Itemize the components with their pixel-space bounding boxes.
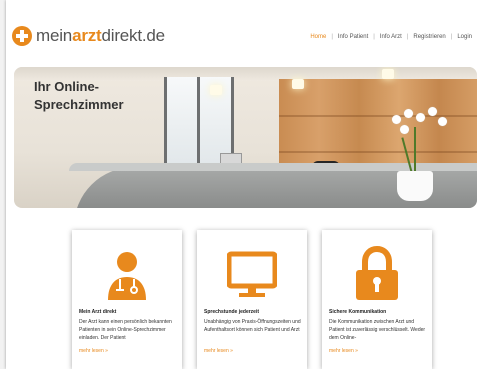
nav-login[interactable]: Login — [452, 34, 477, 40]
hero-title-line1: Ihr Online- — [34, 79, 99, 94]
nav-info-patient[interactable]: Info Patient — [333, 34, 373, 40]
doctor-icon — [108, 252, 146, 300]
card-text: Unabhängig von Praxis-Öffnungszeiten und… — [204, 319, 301, 333]
nav-info-arzt[interactable]: Info Arzt — [375, 34, 407, 40]
card-title: Sichere Kommunikation — [329, 309, 387, 315]
page: meinarztdirekt.de Home | Info Patient | … — [6, 0, 481, 369]
orchid-flower — [428, 107, 437, 116]
nav-registrieren[interactable]: Registrieren — [408, 34, 450, 40]
card-title: Mein Arzt direkt — [79, 309, 117, 315]
logo-text: meinarztdirekt.de — [36, 26, 165, 46]
read-more-link[interactable]: mehr lesen » — [329, 348, 358, 354]
orchid-flower — [404, 109, 413, 118]
orchid-stem — [414, 127, 416, 173]
feature-cards: Mein Arzt direkt Der Arzt kann einen per… — [72, 230, 434, 369]
feature-card-arzt-direkt[interactable]: Mein Arzt direkt Der Arzt kann einen per… — [72, 230, 182, 369]
orchid-flower — [392, 115, 401, 124]
hero-title-line2: Sprechzimmer — [34, 97, 124, 112]
plant-pot — [397, 171, 433, 201]
ceiling-lamp — [210, 85, 222, 95]
read-more-link[interactable]: mehr lesen » — [79, 348, 108, 354]
monitor-icon — [227, 251, 277, 297]
feature-card-kommunikation[interactable]: Sichere Kommunikation Die Kommunikation … — [322, 230, 432, 369]
nav-home[interactable]: Home — [305, 34, 331, 40]
ceiling-lamp — [292, 79, 304, 89]
orchid-flower — [416, 113, 425, 122]
site-header: meinarztdirekt.de Home | Info Patient | … — [6, 0, 481, 62]
read-more-link[interactable]: mehr lesen » — [204, 348, 233, 354]
feature-card-sprechstunde[interactable]: Sprechstunde jederzeit Unabhängig von Pr… — [197, 230, 307, 369]
orchid-flower — [438, 117, 447, 126]
lock-icon — [356, 246, 398, 300]
logo-prefix: mein — [36, 26, 73, 45]
orchid-flower — [400, 125, 409, 134]
plus-icon — [12, 26, 32, 46]
logo[interactable]: meinarztdirekt.de — [12, 26, 165, 46]
card-text: Der Arzt kann einen persönlich bekannten… — [79, 319, 172, 341]
main-nav: Home | Info Patient | Info Arzt | Regist… — [305, 34, 477, 40]
logo-highlight: arzt — [72, 26, 102, 45]
card-title: Sprechstunde jederzeit — [204, 309, 260, 315]
logo-suffix: direkt.de — [101, 26, 166, 45]
card-text: Die Kommunikation zwischen Arzt und Pati… — [329, 319, 426, 341]
hero-title: Ihr Online- Sprechzimmer — [34, 78, 124, 114]
ceiling-lamp — [382, 69, 394, 79]
